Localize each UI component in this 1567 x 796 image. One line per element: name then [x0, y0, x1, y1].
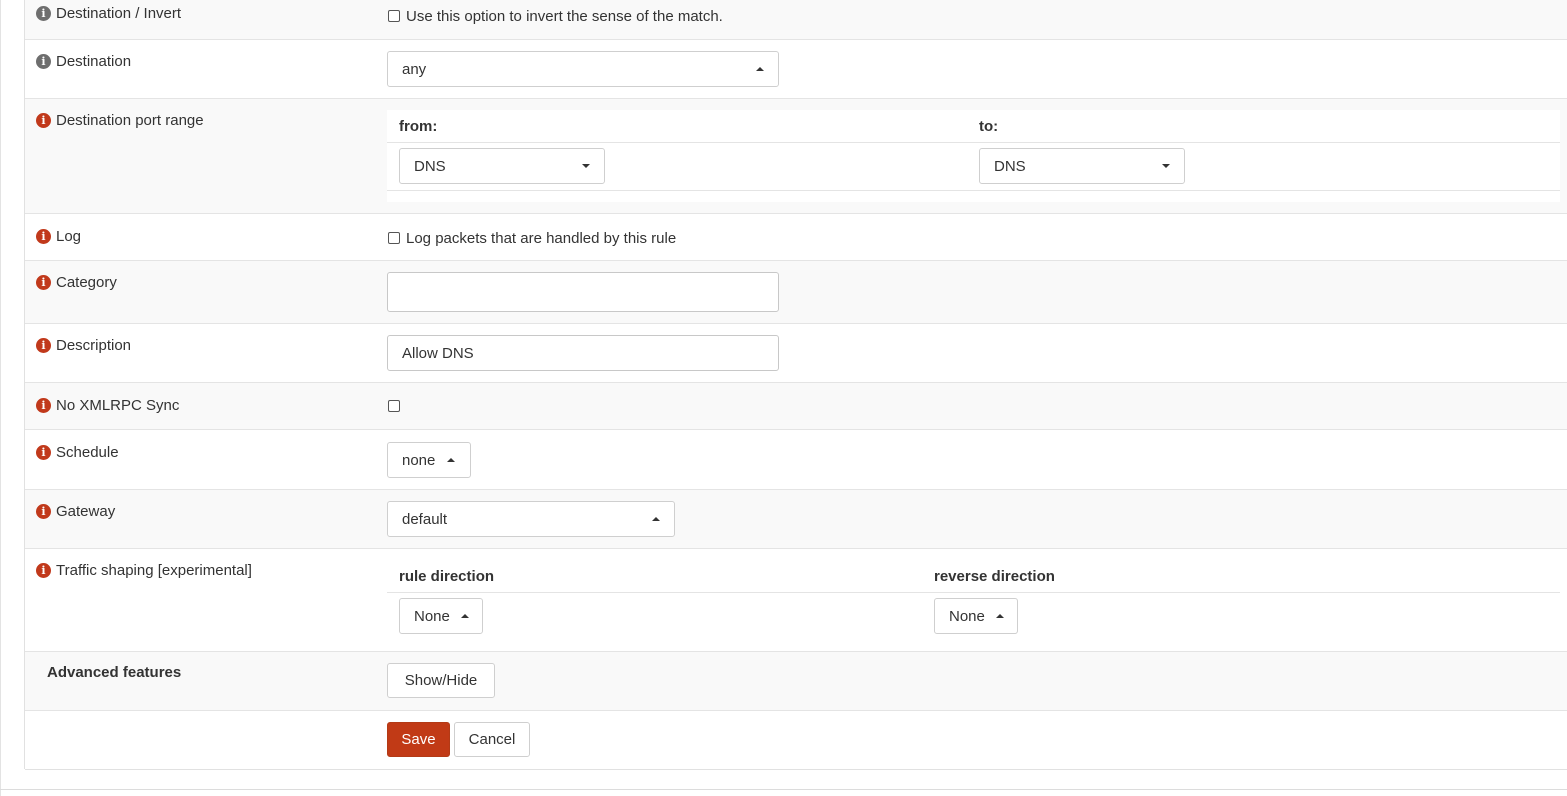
page-bottom-border [0, 789, 1567, 790]
page-left-border [0, 0, 1, 796]
divider [387, 142, 1560, 143]
row-destination: i Destination any [25, 40, 1567, 99]
traffic-shaping-table: rule direction reverse direction None No… [387, 560, 1560, 640]
cancel-button[interactable]: Cancel [454, 722, 530, 757]
rule-direction-value: None [414, 607, 450, 625]
advanced-features-label: Advanced features [47, 664, 182, 681]
reverse-direction-select[interactable]: None [934, 598, 1018, 634]
category-input[interactable] [387, 272, 779, 312]
caret-down-icon [582, 164, 590, 168]
gateway-select[interactable]: default [387, 501, 675, 537]
destination-select-value: any [402, 60, 427, 78]
row-log: i Log Log packets that are handled by th… [25, 214, 1567, 261]
label-text: Category [56, 274, 117, 291]
row-destination-invert: i Destination / Invert Use this option t… [25, 0, 1567, 40]
log-checkbox[interactable] [388, 232, 400, 244]
port-range-from-header: from: [399, 118, 438, 135]
reverse-direction-header: reverse direction [934, 568, 1055, 585]
label-text: Gateway [56, 503, 116, 520]
info-circle-icon[interactable]: i [36, 6, 51, 21]
category-label: i Category [36, 274, 117, 291]
caret-up-icon [652, 517, 660, 521]
label-text: Schedule [56, 444, 119, 461]
destination-invert-checkbox-label: Use this option to invert the sense of t… [406, 8, 723, 25]
info-circle-icon[interactable]: i [36, 338, 51, 353]
label-text: Destination port range [56, 112, 204, 129]
row-advanced-features: Advanced features Show/Hide [25, 652, 1567, 711]
description-input[interactable] [387, 335, 779, 371]
rule-direction-select[interactable]: None [399, 598, 483, 634]
divider [387, 592, 1560, 593]
info-circle-icon[interactable]: i [36, 563, 51, 578]
destination-port-range-label: i Destination port range [36, 112, 204, 129]
row-gateway: i Gateway default [25, 490, 1567, 549]
label-text: Description [56, 337, 132, 354]
row-schedule: i Schedule none [25, 430, 1567, 490]
row-no-xmlrpc-sync: i No XMLRPC Sync [25, 383, 1567, 430]
label-text: Traffic shaping [experimental] [56, 562, 252, 579]
info-circle-icon[interactable]: i [36, 398, 51, 413]
row-destination-port-range: i Destination port range from: to: DNS D… [25, 99, 1567, 214]
info-circle-icon[interactable]: i [36, 229, 51, 244]
divider [387, 190, 1560, 191]
label-text: No XMLRPC Sync [56, 397, 180, 414]
schedule-label: i Schedule [36, 444, 119, 461]
caret-up-icon [461, 614, 469, 618]
gateway-label: i Gateway [36, 503, 115, 520]
log-checkbox-label: Log packets that are handled by this rul… [406, 230, 677, 247]
port-range-table: from: to: DNS DNS [387, 110, 1560, 202]
port-range-from-select[interactable]: DNS [399, 148, 605, 184]
gateway-select-value: default [402, 510, 448, 528]
row-traffic-shaping: i Traffic shaping [experimental] rule di… [25, 549, 1567, 652]
destination-invert-label: i Destination / Invert [36, 5, 181, 22]
log-label: i Log [36, 228, 81, 245]
caret-down-icon [1162, 164, 1170, 168]
info-circle-icon[interactable]: i [36, 445, 51, 460]
rule-direction-header: rule direction [399, 568, 495, 585]
no-xmlrpc-sync-checkbox[interactable] [388, 400, 400, 412]
destination-label: i Destination [36, 53, 131, 70]
port-range-to-header: to: [979, 118, 999, 135]
caret-up-icon [756, 67, 764, 71]
show-hide-button[interactable]: Show/Hide [387, 663, 495, 698]
row-form-actions: Save Cancel [25, 711, 1567, 770]
info-circle-icon[interactable]: i [36, 113, 51, 128]
no-xmlrpc-sync-label: i No XMLRPC Sync [36, 397, 179, 414]
description-label: i Description [36, 337, 131, 354]
port-from-value: DNS [414, 157, 446, 175]
schedule-select-value: none [402, 451, 436, 469]
port-range-to-select[interactable]: DNS [979, 148, 1185, 184]
row-description: i Description [25, 324, 1567, 383]
info-circle-icon[interactable]: i [36, 54, 51, 69]
info-circle-icon[interactable]: i [36, 504, 51, 519]
label-text: Destination / Invert [56, 5, 182, 22]
destination-select[interactable]: any [387, 51, 779, 87]
info-circle-icon[interactable]: i [36, 275, 51, 290]
traffic-shaping-label: i Traffic shaping [experimental] [36, 562, 252, 579]
row-category: i Category [25, 261, 1567, 324]
port-to-value: DNS [994, 157, 1026, 175]
caret-up-icon [996, 614, 1004, 618]
save-button[interactable]: Save [387, 722, 450, 757]
schedule-select[interactable]: none [387, 442, 471, 478]
reverse-direction-value: None [949, 607, 985, 625]
label-text: Destination [56, 53, 132, 70]
caret-up-icon [447, 458, 455, 462]
label-text: Log [56, 228, 82, 245]
destination-invert-checkbox[interactable] [388, 10, 400, 22]
